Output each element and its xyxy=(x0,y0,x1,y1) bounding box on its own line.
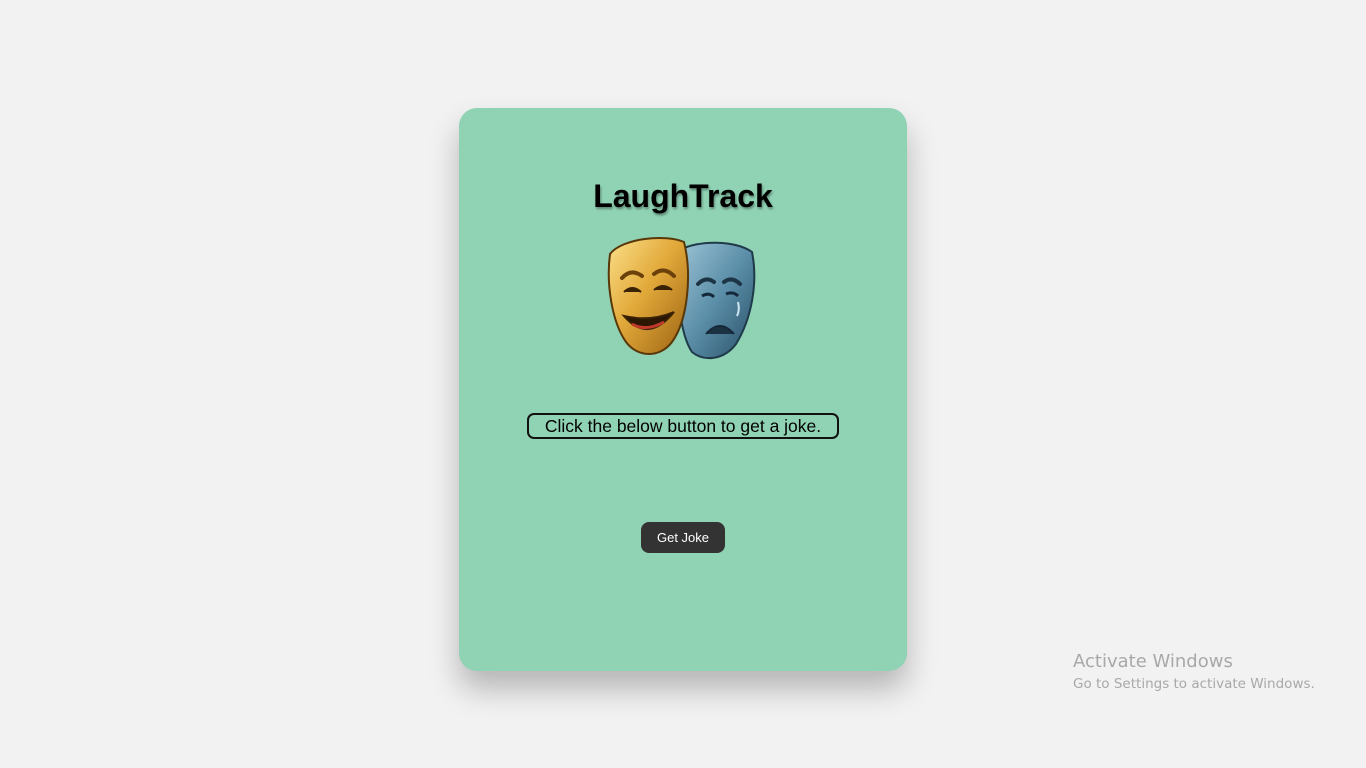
get-joke-button[interactable]: Get Joke xyxy=(641,522,725,553)
comedy-tragedy-masks-icon xyxy=(607,237,756,360)
joke-card: LaughTrack Click the below button to get… xyxy=(459,108,907,671)
watermark-subtitle: Go to Settings to activate Windows. xyxy=(1073,676,1315,692)
app-title: LaughTrack xyxy=(593,178,773,214)
windows-activation-watermark: Activate Windows Go to Settings to activ… xyxy=(1073,650,1315,694)
watermark-title: Activate Windows xyxy=(1073,651,1233,672)
instruction-text: Click the below button to get a joke. xyxy=(527,413,839,439)
